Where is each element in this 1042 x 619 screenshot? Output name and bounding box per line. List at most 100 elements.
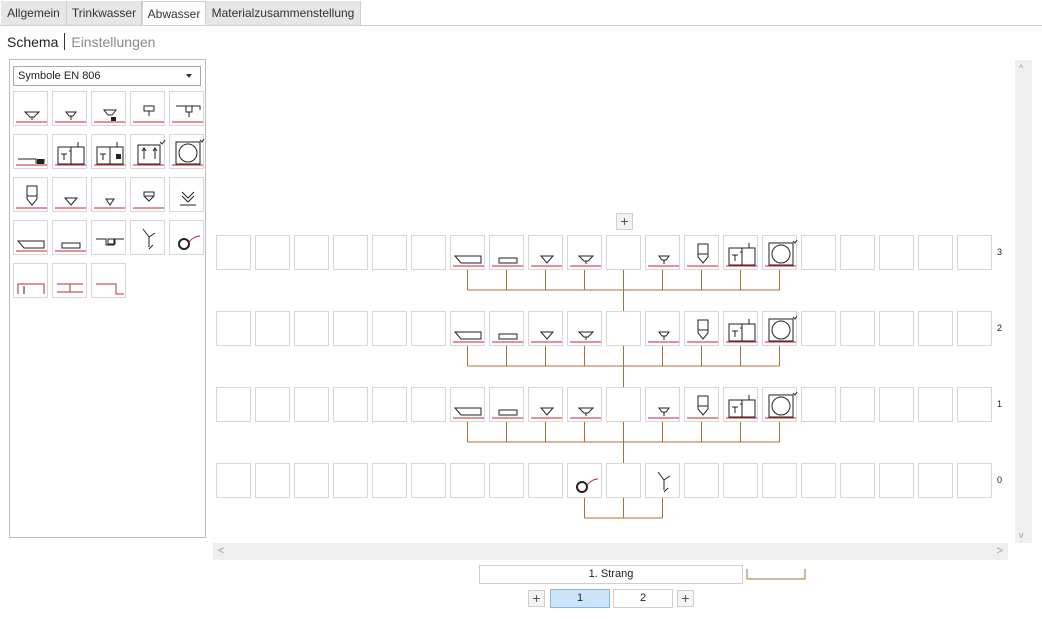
schema-cell[interactable]	[918, 235, 953, 270]
schema-cell[interactable]	[411, 235, 446, 270]
palette-pipe-outlet-symbol[interactable]	[13, 134, 48, 169]
palette-ring-connector-symbol[interactable]	[169, 220, 204, 255]
schema-cell[interactable]	[723, 387, 758, 422]
tab-materialzusammenstellung[interactable]: Materialzusammenstellung	[206, 1, 361, 25]
schema-cell[interactable]	[216, 387, 251, 422]
palette-cabinet-unit-alt-symbol[interactable]	[91, 134, 126, 169]
schema-cell[interactable]	[333, 387, 368, 422]
palette-cabinet-unit-symbol[interactable]	[52, 134, 87, 169]
subnav-schema[interactable]: Schema	[7, 34, 58, 50]
palette-branch-pipe-symbol[interactable]	[130, 220, 165, 255]
schema-cell[interactable]	[333, 235, 368, 270]
schema-cell[interactable]	[528, 235, 563, 270]
schema-cell[interactable]	[567, 387, 602, 422]
palette-tray-symbol[interactable]	[52, 220, 87, 255]
schema-cell[interactable]	[879, 463, 914, 498]
schema-cell[interactable]	[450, 387, 485, 422]
schema-cell[interactable]	[879, 311, 914, 346]
schema-cell[interactable]	[684, 311, 719, 346]
schema-cell[interactable]	[918, 387, 953, 422]
add-strang-left-button[interactable]: +	[528, 590, 545, 607]
scroll-right-icon[interactable]: >	[997, 545, 1003, 557]
schema-cell[interactable]	[255, 387, 290, 422]
palette-urinal-symbol[interactable]	[13, 177, 48, 212]
tab-allgemein[interactable]: Allgemein	[1, 1, 67, 25]
schema-cell[interactable]	[723, 463, 758, 498]
palette-cabinet-check-symbol[interactable]	[130, 134, 166, 169]
add-strang-right-button[interactable]: +	[677, 590, 694, 607]
schema-cell[interactable]	[450, 311, 485, 346]
schema-cell[interactable]	[606, 311, 641, 346]
add-floor-button[interactable]: +	[616, 213, 633, 230]
schema-cell[interactable]	[801, 463, 836, 498]
schema-cell[interactable]	[645, 235, 680, 270]
schema-cell[interactable]	[567, 235, 602, 270]
palette-tee-symbol[interactable]	[52, 263, 87, 298]
schema-cell[interactable]	[645, 387, 680, 422]
tab-trinkwasser[interactable]: Trinkwasser	[67, 1, 142, 25]
schema-cell[interactable]	[762, 463, 797, 498]
schema-cell[interactable]	[840, 235, 875, 270]
schema-cell[interactable]	[450, 235, 485, 270]
schema-cell[interactable]	[840, 387, 875, 422]
schema-cell[interactable]	[489, 311, 524, 346]
schema-cell[interactable]	[294, 387, 329, 422]
schema-cell[interactable]	[333, 311, 368, 346]
schema-cell[interactable]	[372, 235, 407, 270]
palette-washbasin-symbol[interactable]	[13, 91, 48, 126]
schema-cell[interactable]	[372, 463, 407, 498]
schema-cell[interactable]	[684, 235, 719, 270]
schema-cell[interactable]	[489, 387, 524, 422]
strang-page-2[interactable]: 2	[613, 589, 673, 608]
schema-cell[interactable]	[918, 463, 953, 498]
schema-cell[interactable]	[762, 311, 798, 346]
schema-cell[interactable]	[372, 387, 407, 422]
schema-cell[interactable]	[957, 235, 992, 270]
schema-cell[interactable]	[762, 235, 798, 270]
schema-cell[interactable]	[606, 235, 641, 270]
schema-cell[interactable]	[957, 387, 992, 422]
palette-step-down-symbol[interactable]	[91, 263, 126, 298]
schema-cell[interactable]	[216, 463, 251, 498]
palette-basin-with-trap-symbol[interactable]	[91, 91, 126, 126]
palette-small-washbasin-symbol[interactable]	[52, 91, 87, 126]
scroll-up-icon[interactable]: ^	[1019, 63, 1023, 73]
schema-cell[interactable]	[801, 235, 836, 270]
palette-shower-head-symbol[interactable]	[169, 91, 204, 126]
schema-cell[interactable]	[255, 463, 290, 498]
schema-cell[interactable]	[645, 311, 680, 346]
schema-cell[interactable]	[216, 235, 251, 270]
schema-cell[interactable]	[567, 311, 602, 346]
palette-funnel-trap-symbol[interactable]	[130, 177, 165, 212]
schema-cell[interactable]	[840, 311, 875, 346]
schema-cell[interactable]	[957, 463, 992, 498]
schema-cell[interactable]	[450, 463, 485, 498]
schema-cell[interactable]	[684, 387, 719, 422]
schema-cell[interactable]	[645, 463, 680, 498]
schema-cell[interactable]	[372, 311, 407, 346]
schema-cell[interactable]	[762, 387, 798, 422]
scroll-left-icon[interactable]: <	[218, 545, 224, 557]
palette-bathtub-symbol[interactable]	[13, 220, 48, 255]
palette-toilet-round-symbol[interactable]	[169, 134, 205, 169]
scroll-down-icon[interactable]: v	[1019, 530, 1024, 540]
schema-cell[interactable]	[411, 463, 446, 498]
schema-cell[interactable]	[294, 463, 329, 498]
vertical-scrollbar[interactable]: ^ v	[1015, 60, 1032, 543]
symbol-set-dropdown[interactable]: Symbole EN 806	[13, 66, 201, 86]
schema-cell[interactable]	[216, 311, 251, 346]
schema-cell[interactable]	[294, 311, 329, 346]
schema-cell[interactable]	[294, 235, 329, 270]
schema-cell[interactable]	[879, 235, 914, 270]
strang-name-field[interactable]: 1. Strang	[479, 565, 743, 584]
horizontal-scrollbar[interactable]: < >	[213, 543, 1008, 560]
schema-cell[interactable]	[411, 387, 446, 422]
palette-floor-drain-small-symbol[interactable]	[91, 177, 126, 212]
schema-cell[interactable]	[333, 463, 368, 498]
schema-cell[interactable]	[255, 235, 290, 270]
schema-cell[interactable]	[723, 311, 758, 346]
schema-cell[interactable]	[489, 235, 524, 270]
schema-cell[interactable]	[606, 387, 641, 422]
palette-wall-fixture-symbol[interactable]	[130, 91, 165, 126]
palette-floor-drain-symbol[interactable]	[52, 177, 87, 212]
